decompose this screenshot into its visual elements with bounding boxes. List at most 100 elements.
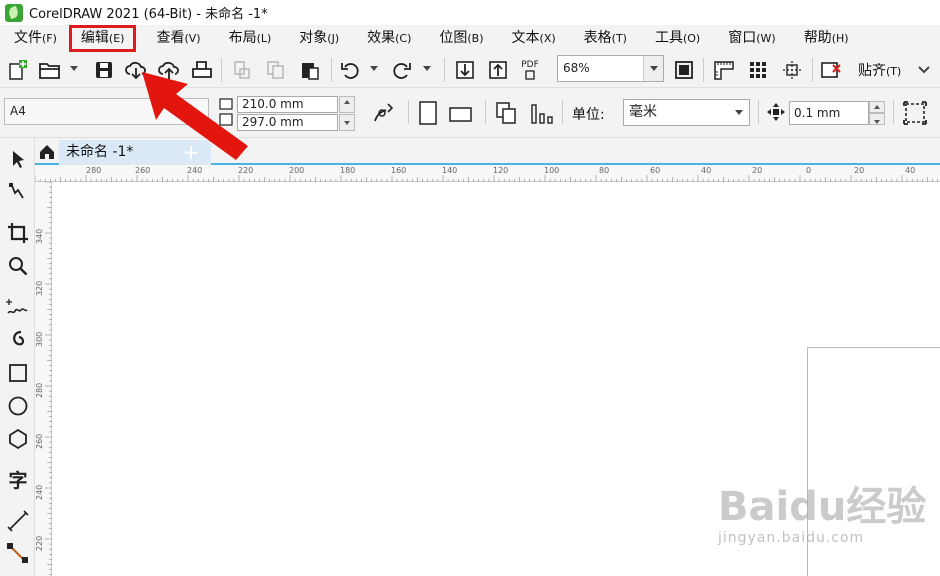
import-icon[interactable]: [453, 58, 477, 82]
menu-window[interactable]: 窗口(W): [712, 25, 787, 52]
rectangle-tool-icon[interactable]: [5, 360, 31, 386]
watermark-main: Baidu经验: [718, 484, 927, 530]
show-grid-icon[interactable]: [746, 58, 770, 82]
menu-effects[interactable]: 效果(C): [351, 25, 423, 52]
page-width-spin-up[interactable]: [339, 96, 355, 113]
redo-dropdown-caret[interactable]: [423, 66, 431, 71]
open-folder-icon[interactable]: [38, 58, 62, 82]
menu-object[interactable]: 对象(J): [283, 25, 351, 52]
horizontal-ruler[interactable]: 280 260 240 220 200 180 160 140 120 100 …: [35, 165, 940, 182]
title-bar: CorelDRAW 2021 (64-Bit) - 未命名 -1*: [0, 0, 940, 25]
menu-bitmaps[interactable]: 位图(B): [423, 25, 495, 52]
h-ruler-label: 120: [493, 166, 509, 175]
new-document-icon[interactable]: [6, 58, 30, 82]
snap-to-button[interactable]: 贴齐(T): [858, 60, 901, 80]
landscape-icon[interactable]: [448, 104, 474, 124]
propbar-separator: [893, 100, 894, 124]
nudge-distance-icon: [767, 103, 785, 121]
menu-help[interactable]: 帮助(H): [788, 25, 861, 52]
page-orientation-icon[interactable]: [372, 101, 398, 125]
undo-icon[interactable]: [338, 58, 362, 82]
menu-edit[interactable]: 编辑(E): [68, 25, 137, 52]
zoom-tool-icon[interactable]: [5, 253, 31, 279]
options-icon[interactable]: [912, 58, 936, 82]
snap-off-icon[interactable]: [819, 58, 843, 82]
open-dropdown-caret[interactable]: [70, 66, 78, 71]
h-ruler-label: 240: [187, 166, 203, 175]
menu-table[interactable]: 表格(T): [568, 25, 639, 52]
menu-bar: 文件(F) 编辑(E) 查看(V) 布局(L) 对象(J) 效果(C) 位图(B…: [0, 25, 940, 52]
h-ruler-label: 20: [752, 166, 763, 175]
copy-icon[interactable]: [264, 58, 288, 82]
home-icon[interactable]: [38, 143, 56, 161]
propbar-separator: [408, 100, 409, 124]
artistic-media-tool-icon[interactable]: [5, 327, 31, 353]
text-tool-icon[interactable]: 字: [5, 466, 31, 492]
h-ruler-label: 0: [806, 166, 812, 175]
v-ruler-label: 280: [35, 382, 44, 398]
propbar-separator: [485, 100, 486, 124]
toolbar-separator: [444, 58, 445, 82]
zoom-level-combo[interactable]: 68%: [557, 55, 664, 82]
portrait-icon[interactable]: [417, 100, 439, 126]
menu-file[interactable]: 文件(F): [0, 25, 69, 52]
freehand-tool-icon[interactable]: [5, 295, 31, 321]
all-pages-icon[interactable]: [494, 100, 520, 126]
pick-tool-icon[interactable]: [5, 146, 31, 172]
v-ruler-label: 220: [35, 535, 44, 551]
current-page-icon[interactable]: [530, 100, 554, 126]
show-guidelines-icon[interactable]: [780, 58, 804, 82]
full-screen-preview-icon[interactable]: [672, 58, 696, 82]
polygon-tool-icon[interactable]: [5, 426, 31, 452]
paste-icon[interactable]: [298, 58, 322, 82]
connector-tool-icon[interactable]: [5, 540, 31, 566]
save-icon[interactable]: [92, 58, 116, 82]
h-ruler-label: 60: [650, 166, 661, 175]
units-label: 单位:: [572, 107, 605, 123]
propbar-separator: [758, 100, 759, 124]
undo-dropdown-caret[interactable]: [370, 66, 378, 71]
h-ruler-label: 260: [135, 166, 151, 175]
redo-icon[interactable]: [390, 58, 414, 82]
red-arrow-annotation: [142, 72, 248, 160]
h-ruler-label: 140: [442, 166, 458, 175]
dimension-tool-icon[interactable]: [5, 508, 31, 534]
toolbox: 字: [0, 138, 35, 576]
menu-view[interactable]: 查看(V): [136, 25, 212, 52]
h-ruler-label: 280: [86, 166, 102, 175]
show-rulers-icon[interactable]: [712, 58, 736, 82]
units-dropdown-caret[interactable]: [729, 100, 749, 125]
units-select[interactable]: 毫米: [623, 99, 750, 126]
menu-text[interactable]: 文本(X): [496, 25, 568, 52]
toolbar-separator: [812, 58, 813, 82]
units-value: 毫米: [629, 104, 657, 120]
toolbar-separator: [703, 58, 704, 82]
propbar-separator: [562, 100, 563, 124]
nudge-spin-down[interactable]: [869, 113, 885, 125]
h-ruler-label: 200: [289, 166, 305, 175]
document-tab-label: 未命名 -1*: [66, 144, 134, 160]
crop-tool-icon[interactable]: [5, 220, 31, 246]
h-ruler-label: 40: [701, 166, 712, 175]
nudge-distance-input[interactable]: 0.1 mm: [789, 101, 869, 125]
v-ruler-label: 340: [35, 228, 44, 244]
h-ruler-label: 180: [340, 166, 356, 175]
menu-layout[interactable]: 布局(L): [213, 25, 284, 52]
page-height-spin-down[interactable]: [339, 114, 355, 131]
coreldraw-logo-icon: [5, 3, 23, 22]
duplicate-distance-icon[interactable]: [902, 100, 928, 126]
v-ruler-label: 240: [35, 484, 44, 500]
toolbar-separator: [331, 58, 332, 82]
vertical-ruler[interactable]: 340 320 300 280 260 240 220: [35, 182, 52, 576]
shape-tool-icon[interactable]: [5, 179, 31, 205]
export-icon[interactable]: [486, 58, 510, 82]
h-ruler-label: 40: [905, 166, 916, 175]
h-ruler-label: 160: [391, 166, 407, 175]
publish-pdf-icon[interactable]: PDF: [518, 58, 542, 82]
ellipse-tool-icon[interactable]: [5, 393, 31, 419]
nudge-spin-up[interactable]: [869, 101, 885, 113]
zoom-level-value: 68%: [563, 61, 590, 75]
zoom-dropdown-caret[interactable]: [643, 56, 663, 81]
pdf-label: PDF: [521, 59, 539, 70]
menu-tools[interactable]: 工具(O): [639, 25, 712, 52]
